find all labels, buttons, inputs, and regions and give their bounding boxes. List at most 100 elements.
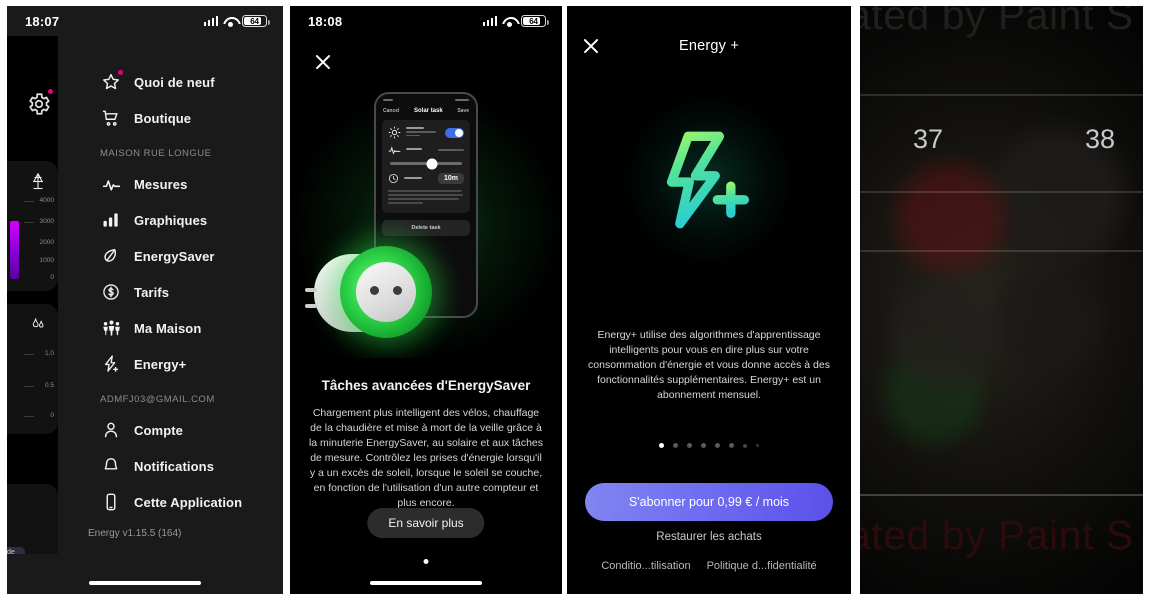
dashboard-backdrop[interactable]: 4000 3000 2000 1000 0 1.0 0.5 0 de <box>7 36 58 554</box>
menu-label: Tarifs <box>134 284 170 300</box>
power-tick-4000: 4000 <box>39 197 54 204</box>
promo-title: Tâches avancées d'EnergySaver <box>321 378 531 393</box>
menu-section-account: ADMFJ03@GMAIL.COM <box>100 394 215 405</box>
mini-card-pill: de <box>7 547 25 554</box>
pulse-icon <box>100 173 122 195</box>
menu-item-tarifs[interactable]: Tarifs <box>58 274 283 310</box>
dollar-circle-icon <box>100 281 122 303</box>
new-badge-dot <box>118 70 123 75</box>
number-37: 37 <box>913 124 944 154</box>
battery-level: 64 <box>529 16 538 26</box>
menu-item-quoi-de-neuf[interactable]: Quoi de neuf <box>58 64 283 100</box>
status-indicators: 64 <box>482 15 549 27</box>
restore-purchases-link[interactable]: Restaurer les achats <box>567 531 851 543</box>
divider-line <box>860 250 1143 252</box>
gear-notification-dot <box>48 89 53 94</box>
screenshot-stage: 18:07 64 4000 3000 2000 1000 0 1.0 0.5 0… <box>0 0 1150 600</box>
promo-hero-image: Cancel Solar task Save 10m Delete task <box>290 78 562 358</box>
pagination-dot[interactable] <box>729 443 734 448</box>
menu-item-energysaver[interactable]: EnergySaver <box>58 238 283 274</box>
home-indicator[interactable] <box>89 580 201 585</box>
divider-line <box>860 94 1143 96</box>
panel-energy-plus: Energy + Energy+ utilise des algorithmes… <box>567 6 851 594</box>
water-tick-05: 0.5 <box>44 382 54 389</box>
wifi-icon <box>223 16 237 27</box>
pagination-dot[interactable] <box>673 443 678 448</box>
privacy-policy-link[interactable]: Politique d...fidentialité <box>707 560 817 572</box>
person-icon <box>100 419 122 441</box>
power-tick-3000: 3000 <box>39 218 54 225</box>
mock-toggle <box>445 127 464 138</box>
number-38: 38 <box>1084 124 1115 154</box>
menu-item-notifications[interactable]: Notifications <box>58 448 283 484</box>
close-icon[interactable] <box>580 35 602 57</box>
watermark-bottom: ated by Paint S <box>860 512 1134 558</box>
bolt-plus-logo-icon <box>666 131 750 229</box>
status-bar: 18:08 64 <box>290 6 562 36</box>
pagination-dot[interactable] <box>756 444 759 447</box>
power-tick-0: 0 <box>50 274 54 281</box>
menu-item-compte[interactable]: Compte <box>58 412 283 448</box>
mini-card-power[interactable]: 4000 3000 2000 1000 0 <box>7 161 58 291</box>
pulse-icon <box>388 146 401 155</box>
mock-save-label: Save <box>457 108 469 114</box>
learn-more-button[interactable]: En savoir plus <box>367 508 485 538</box>
status-bar: 18:07 64 <box>7 6 283 36</box>
battery-icon: 64 <box>521 15 549 27</box>
app-version: Energy v1.15.5 (164) <box>88 528 182 539</box>
menu-label: Energy+ <box>134 356 187 372</box>
cellular-signal-icon <box>482 16 497 26</box>
pagination-dot[interactable] <box>423 559 429 564</box>
pagination-dot[interactable] <box>743 443 747 448</box>
panel-energysaver-promo: 18:08 64 Cancel Solar task Save 10m Dele… <box>290 6 562 594</box>
panel-side-menu: 18:07 64 4000 3000 2000 1000 0 1.0 0.5 0… <box>7 6 283 594</box>
watermark-top: ated by Paint S <box>860 6 1134 38</box>
status-time: 18:08 <box>308 13 343 29</box>
mock-title: Solar task <box>414 108 443 114</box>
wifi-icon <box>502 16 516 27</box>
clock-icon <box>388 173 399 184</box>
menu-label: EnergySaver <box>134 248 215 264</box>
menu-item-energy-plus[interactable]: Energy+ <box>58 346 283 382</box>
smart-plug-product-image <box>305 240 432 352</box>
menu-label: Compte <box>134 422 183 438</box>
pagination-dot[interactable] <box>687 443 692 448</box>
gear-icon[interactable] <box>26 89 53 117</box>
page-title: Energy + <box>678 38 740 54</box>
subscribe-button[interactable]: S'abonner pour 0,99 € / mois <box>585 483 833 521</box>
mini-card-water[interactable]: 1.0 0.5 0 <box>7 304 58 434</box>
menu-label: Cette Application <box>134 494 243 510</box>
menu-item-cette-application[interactable]: Cette Application <box>58 484 283 520</box>
status-time-dim <box>583 10 587 20</box>
divider-line <box>860 494 1143 496</box>
pagination-dots[interactable] <box>567 443 851 448</box>
water-drop-icon <box>7 312 52 336</box>
battery-icon: 64 <box>242 15 270 27</box>
status-bar-dim <box>567 6 851 23</box>
pagination-dot[interactable] <box>701 443 706 448</box>
pagination-dot[interactable] <box>715 443 720 448</box>
mock-cancel-label: Cancel <box>383 108 400 114</box>
menu-item-mesures[interactable]: Mesures <box>58 166 283 202</box>
panel-dark-photo: ated by Paint S 37 38 ated by Paint S <box>860 6 1143 594</box>
mini-card-extra[interactable]: de <box>7 484 58 554</box>
status-indicators-dim <box>831 10 835 20</box>
energy-plus-logo <box>623 94 795 266</box>
pagination-dot[interactable] <box>659 443 664 448</box>
menu-section-house: MAISON RUE LONGUE <box>100 148 212 159</box>
close-icon[interactable] <box>312 51 334 73</box>
star-icon <box>100 70 123 93</box>
bolt-plus-icon <box>100 353 122 375</box>
menu-label: Quoi de neuf <box>134 74 215 90</box>
home-indicator[interactable] <box>370 580 482 585</box>
mock-slider <box>390 162 462 165</box>
menu-label: Ma Maison <box>134 320 202 336</box>
side-menu: Quoi de neuf Boutique MAISON RUE LONGUE <box>58 36 283 594</box>
menu-label: Notifications <box>134 458 215 474</box>
menu-item-ma-maison[interactable]: Ma Maison <box>58 310 283 346</box>
water-tick-1: 1.0 <box>44 350 54 357</box>
subscription-description: Energy+ utilise des algorithmes d'appren… <box>588 329 830 401</box>
terms-of-use-link[interactable]: Conditio...tilisation <box>601 560 690 572</box>
menu-item-graphiques[interactable]: Graphiques <box>58 202 283 238</box>
menu-item-boutique[interactable]: Boutique <box>58 100 283 136</box>
